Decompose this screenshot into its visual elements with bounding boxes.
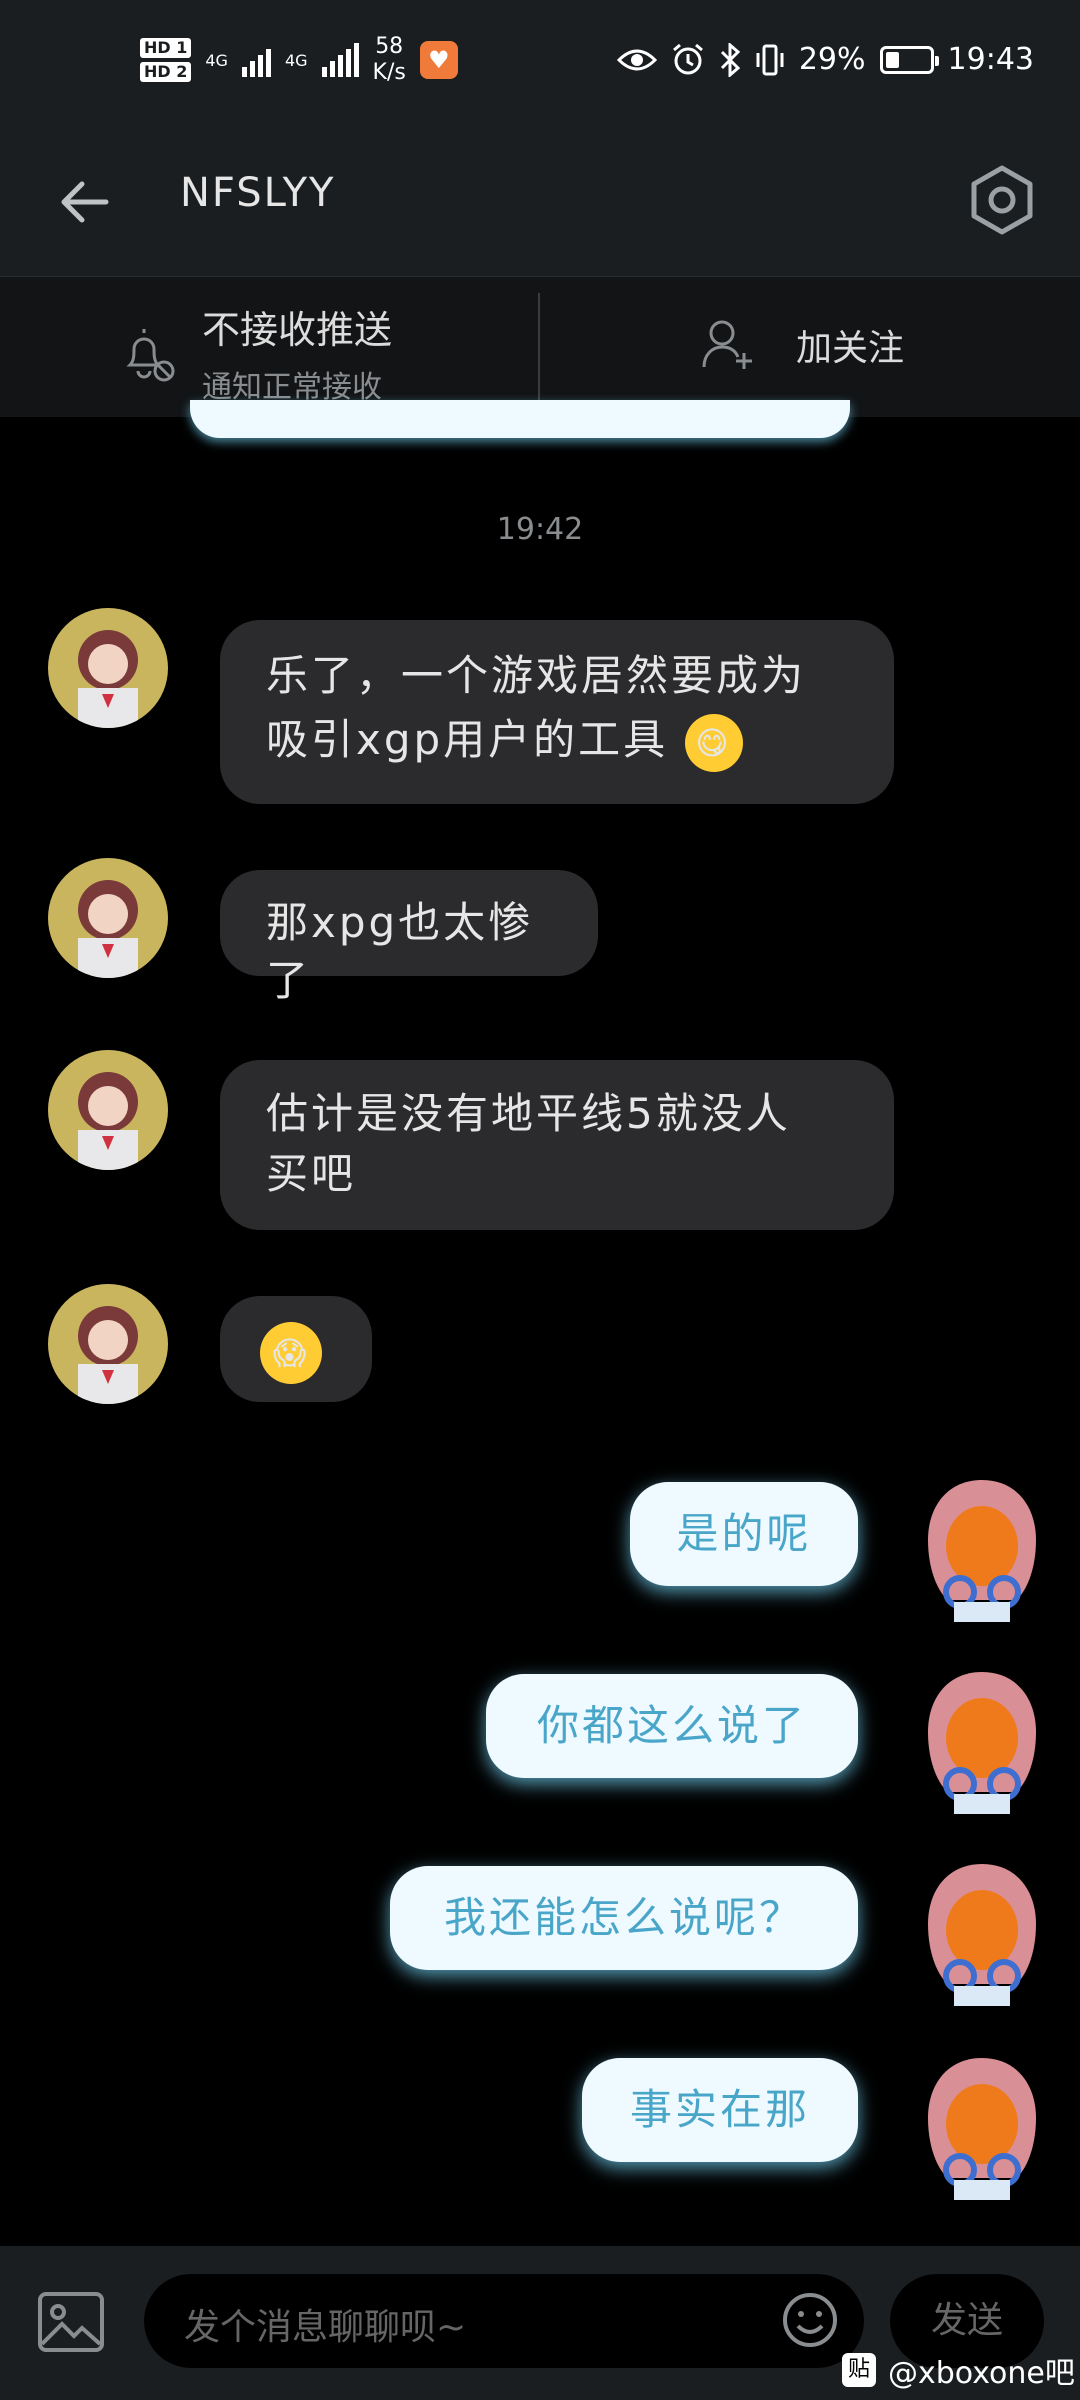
message-bubble-right[interactable]: 事实在那: [582, 2058, 858, 2162]
settings-hexagon-icon[interactable]: [962, 160, 1042, 240]
status-bar: HD 1 HD 2 4G 4G 58 K/s ♥ 29% 19:43: [0, 0, 1080, 130]
avatar[interactable]: [918, 1856, 1046, 2006]
signal-icon-2: [321, 43, 359, 77]
shocked-emoji-icon: 😱: [260, 1321, 322, 1384]
message-text-line2: 吸引xgp用户的工具: [266, 715, 669, 764]
avatar[interactable]: [48, 858, 168, 978]
message-bubble-left[interactable]: 乐了，一个游戏居然要成为 吸引xgp用户的工具 😋: [220, 620, 894, 804]
avatar[interactable]: [918, 1472, 1046, 1622]
chat-timestamp: 19:42: [496, 512, 584, 547]
follow-button[interactable]: 加关注: [700, 317, 904, 373]
message-input[interactable]: 发个消息聊聊呗~: [144, 2274, 864, 2368]
message-text: 估计是没有地平线5就没人: [266, 1089, 791, 1138]
avatar[interactable]: [918, 2050, 1046, 2200]
status-time: 19:43: [947, 42, 1034, 77]
push-title: 不接收推送: [202, 308, 393, 352]
bell-off-icon: [126, 328, 175, 381]
health-app-icon: ♥: [419, 41, 458, 79]
message-bubble-right[interactable]: 我还能怎么说呢？: [390, 1866, 858, 1970]
message-bubble-left[interactable]: 估计是没有地平线5就没人 买吧: [220, 1060, 894, 1230]
eye-icon: [616, 49, 657, 70]
chat-title: NFSLYY: [180, 170, 336, 216]
network-speed: 58 K/s: [373, 34, 406, 86]
drooling-emoji-icon: 😋: [684, 713, 743, 772]
signal-icon: [241, 43, 271, 77]
status-left: HD 1 HD 2 4G 4G 58 K/s ♥: [140, 34, 458, 86]
message-bubble-left[interactable]: 那xpg也太惨了: [220, 870, 598, 1005]
smiley-icon[interactable]: [780, 2290, 840, 2350]
push-toggle[interactable]: 不接收推送 通知正常接收: [120, 299, 392, 406]
message-bubble-right[interactable]: 是的呢: [630, 1482, 858, 1586]
chat-header: NFSLYY: [0, 130, 1080, 276]
watermark-text: @xboxone吧: [888, 2356, 1075, 2391]
network-type-2: 4G: [284, 50, 308, 70]
input-placeholder: 发个消息聊聊呗~: [184, 2307, 467, 2348]
avatar[interactable]: [48, 608, 168, 728]
speed-unit: K/s: [372, 60, 406, 85]
message-text: 吸引xgp用户的工具 😋: [266, 708, 848, 772]
avatar[interactable]: [48, 1050, 168, 1170]
hd1-badge: HD 1: [140, 38, 192, 58]
battery-icon: [879, 45, 939, 74]
back-arrow-icon[interactable]: [54, 172, 114, 232]
network-type-1: 4G: [205, 50, 228, 70]
alarm-icon: [672, 43, 703, 74]
avatar[interactable]: [918, 1664, 1046, 1814]
status-right: 29% 19:43: [616, 42, 1034, 77]
message-text: 那xpg也太惨了: [266, 898, 534, 1005]
message-bubble-right[interactable]: 你都这么说了: [486, 1674, 858, 1778]
image-icon[interactable]: [36, 2290, 106, 2354]
hd2-badge: HD 2: [140, 62, 192, 82]
hd-indicators: HD 1 HD 2: [140, 38, 192, 82]
avatar[interactable]: [48, 1284, 168, 1404]
vibrate-icon: [756, 44, 784, 75]
battery-percent: 29%: [798, 42, 866, 77]
watermark: 贴 @xboxone吧: [842, 2348, 1075, 2392]
message-bubble-left[interactable]: 😱: [220, 1296, 372, 1402]
message-text: 买吧: [266, 1149, 357, 1198]
divider: [538, 293, 540, 405]
message-text: 乐了，一个游戏居然要成为: [266, 651, 807, 700]
bluetooth-icon: [720, 42, 741, 77]
previous-message-bubble: [190, 400, 850, 438]
speed-value: 58: [375, 34, 404, 59]
add-user-icon: [702, 320, 752, 369]
subscription-bar: 不接收推送 通知正常接收 加关注: [0, 276, 1080, 417]
tieba-logo-icon: 贴: [842, 2353, 876, 2387]
follow-label: 加关注: [796, 328, 905, 369]
